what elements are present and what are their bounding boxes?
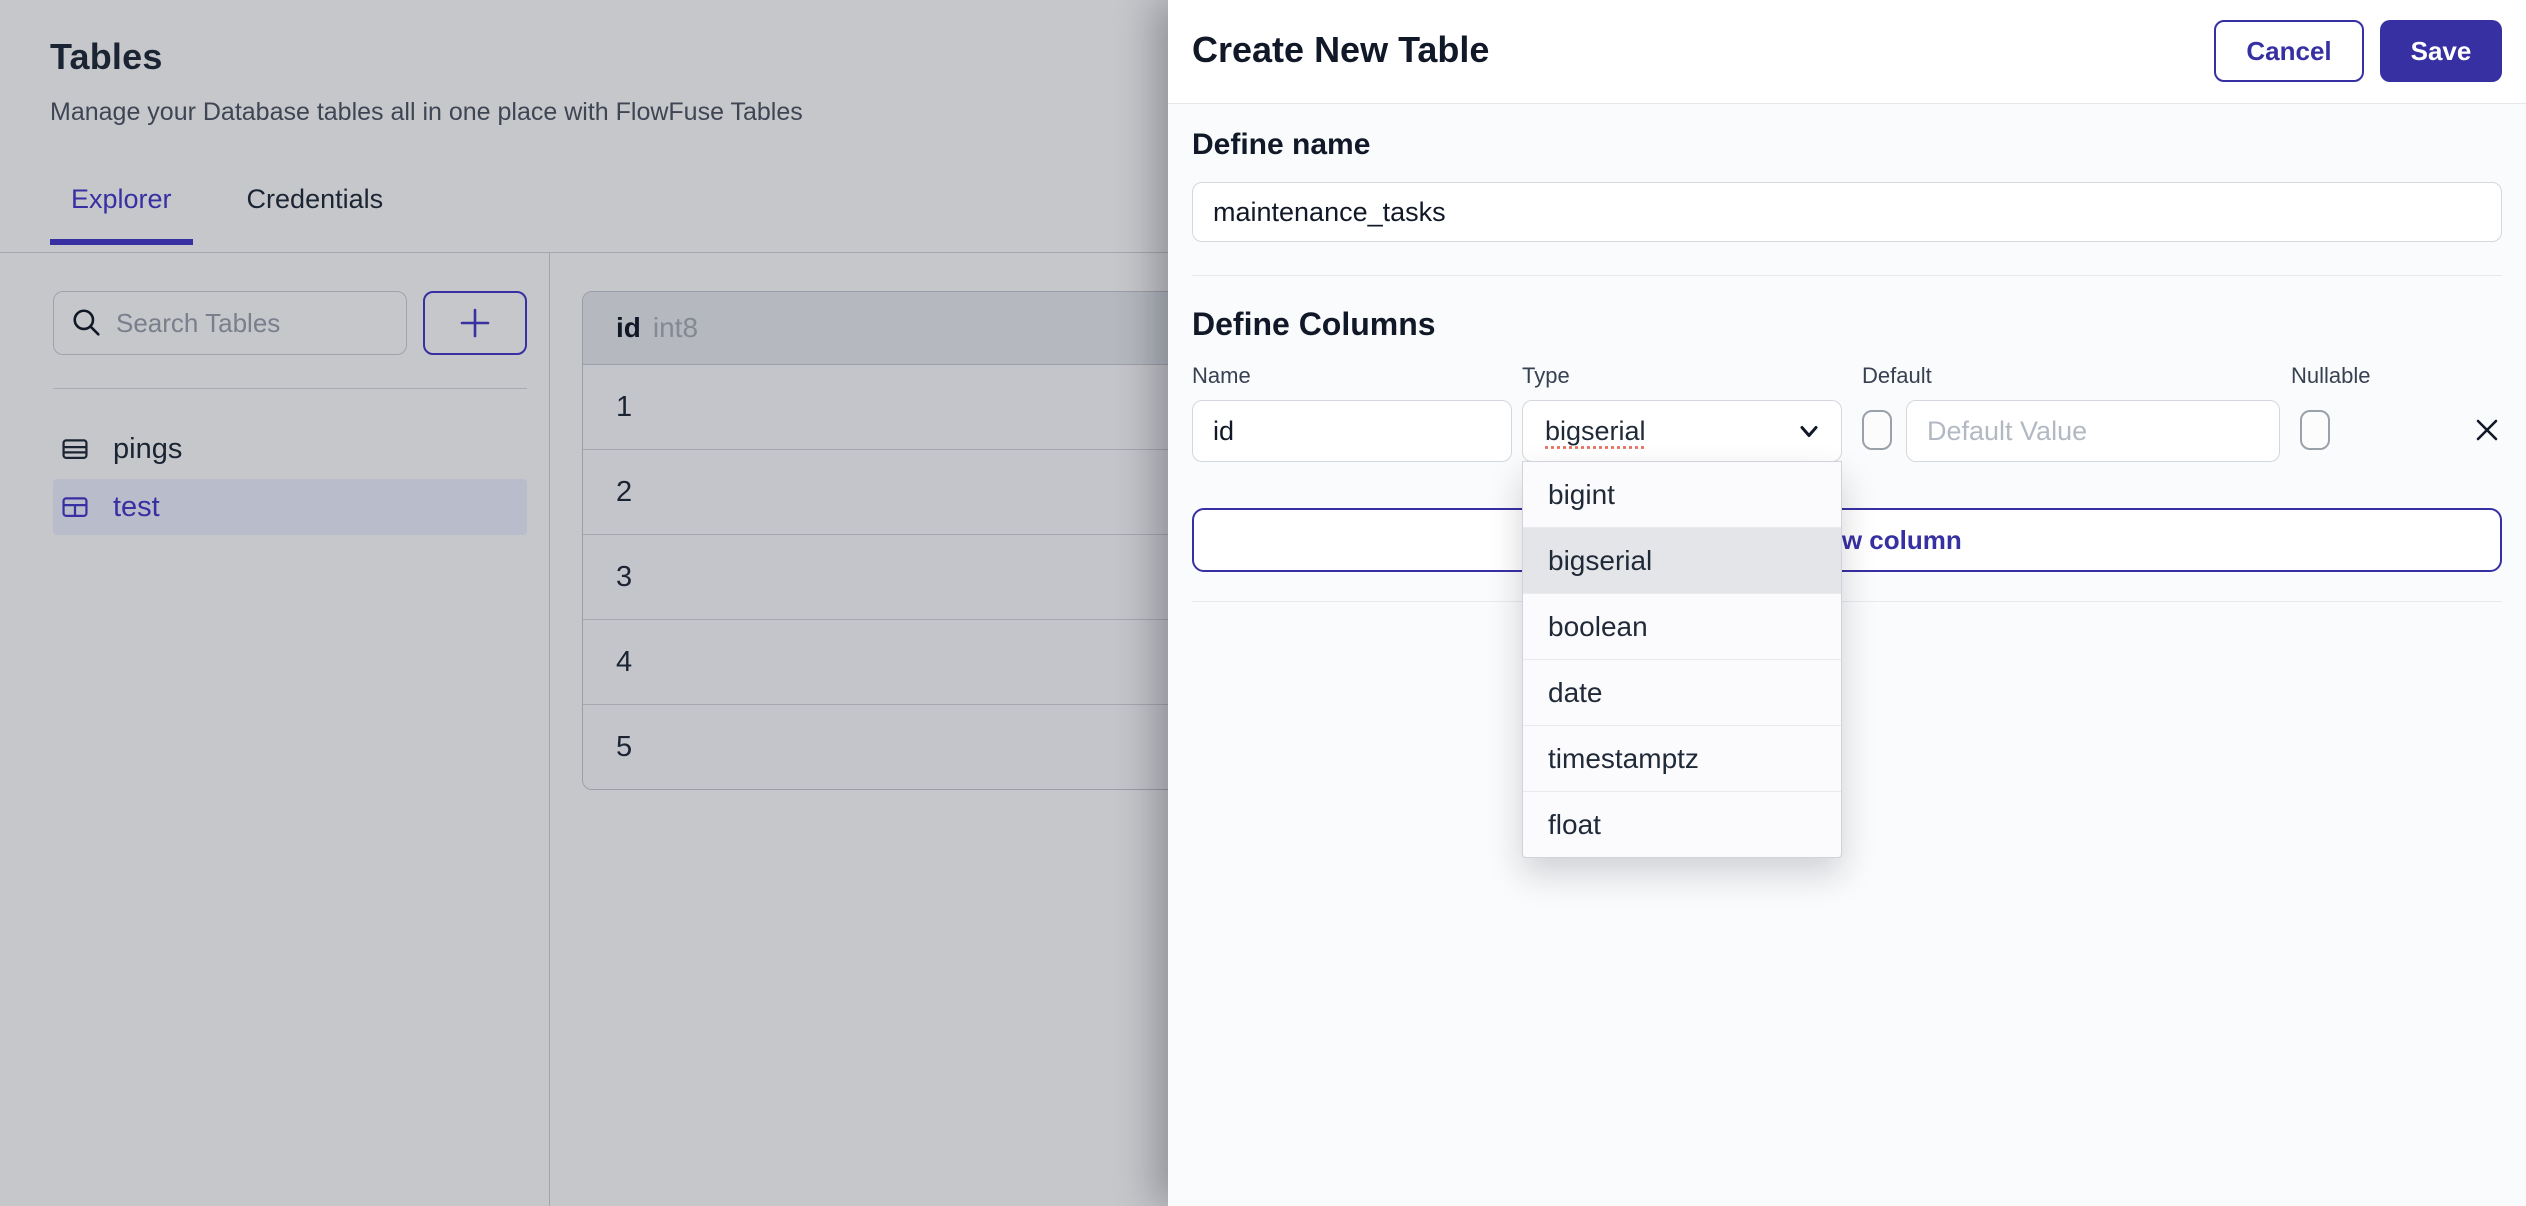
type-select[interactable]: bigserial xyxy=(1522,400,1842,462)
field-label-name: Name xyxy=(1192,363,1251,388)
section-divider xyxy=(1192,601,2502,602)
remove-column-button[interactable] xyxy=(2468,412,2506,450)
field-label-default: Default xyxy=(1862,363,1932,388)
add-column-button[interactable]: + Add new column xyxy=(1192,508,2502,572)
define-columns-label: Define Columns xyxy=(1192,306,1436,342)
section-divider xyxy=(1192,275,2502,276)
dropdown-option-timestamptz[interactable]: timestamptz xyxy=(1523,726,1841,792)
create-table-modal: Create New Table Cancel Save Define name… xyxy=(1168,0,2526,1206)
dim-overlay[interactable] xyxy=(0,0,1168,1206)
x-icon xyxy=(2476,419,2498,440)
cancel-button[interactable]: Cancel xyxy=(2214,20,2364,82)
define-name-label: Define name xyxy=(1192,128,1371,161)
field-label-type: Type xyxy=(1522,363,1570,388)
type-select-value: bigserial xyxy=(1545,415,1646,446)
dropdown-option-bigint[interactable]: bigint xyxy=(1523,462,1841,528)
default-value-input[interactable] xyxy=(1906,400,2280,462)
chevron-down-icon xyxy=(1800,426,1818,437)
dropdown-option-bigserial[interactable]: bigserial xyxy=(1523,528,1841,594)
save-button[interactable]: Save xyxy=(2380,20,2502,82)
default-checkbox[interactable] xyxy=(1862,410,1892,450)
nullable-checkbox[interactable] xyxy=(2300,410,2330,450)
dropdown-option-float[interactable]: float xyxy=(1523,792,1841,857)
type-dropdown: bigint bigserial boolean date timestampt… xyxy=(1522,461,1842,858)
modal-header: Create New Table Cancel Save xyxy=(1168,0,2526,104)
modal-title: Create New Table xyxy=(1192,29,1490,70)
dropdown-option-date[interactable]: date xyxy=(1523,660,1841,726)
app-window: Tables Manage your Database tables all i… xyxy=(0,0,2526,1206)
table-name-input[interactable] xyxy=(1192,182,2502,242)
dropdown-option-boolean[interactable]: boolean xyxy=(1523,594,1841,660)
field-label-nullable: Nullable xyxy=(2291,363,2371,388)
column-name-input[interactable] xyxy=(1192,400,1512,462)
